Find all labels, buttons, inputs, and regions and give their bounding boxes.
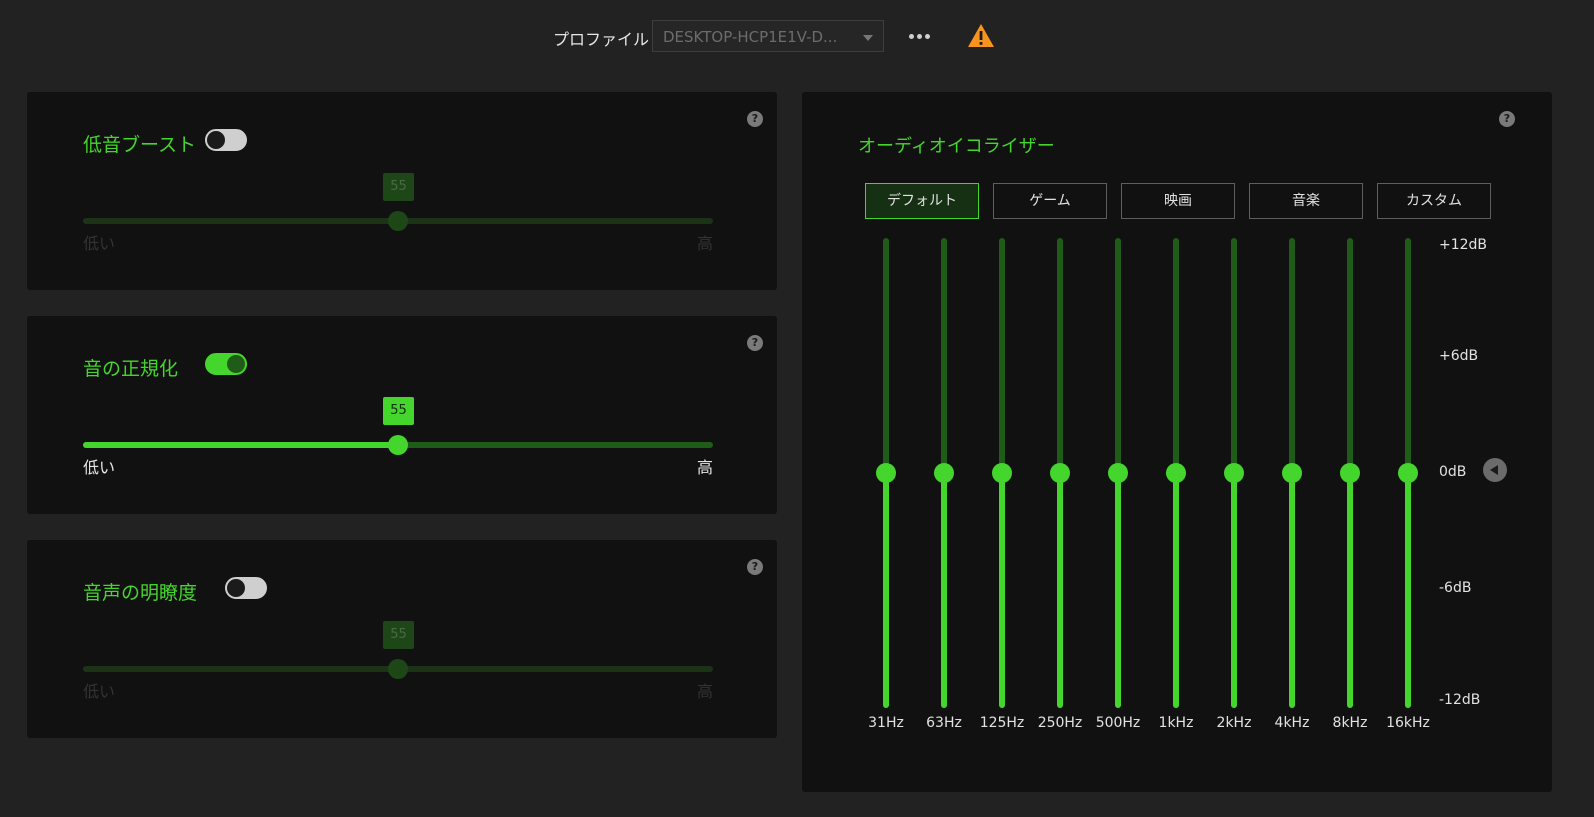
slider-thumb[interactable] <box>388 435 408 455</box>
eq-band-label: 31Hz <box>868 715 904 731</box>
eq-band-fill <box>941 473 947 708</box>
slider-value-badge: 55 <box>383 621 414 649</box>
help-icon[interactable]: ? <box>747 335 763 351</box>
slider-fill <box>83 218 398 224</box>
eq-band-label: 250Hz <box>1037 715 1083 731</box>
slider-thumb[interactable] <box>388 211 408 231</box>
equalizer-title: オーディオイコライザー <box>858 136 1055 157</box>
eq-band-thumb[interactable] <box>1398 463 1418 483</box>
eq-band-label: 8kHz <box>1332 715 1368 731</box>
db-label-minus12: -12dB <box>1439 692 1481 708</box>
eq-band-fill <box>1057 473 1063 708</box>
top-bar: プロファイル DESKTOP-HCP1E1V-D... <box>0 0 1594 74</box>
preset-button-game[interactable]: ゲーム <box>993 183 1107 219</box>
more-dot-icon <box>917 34 922 39</box>
eq-band-fill <box>1347 473 1353 708</box>
eq-band-thumb[interactable] <box>992 463 1012 483</box>
toggle-knob <box>227 355 245 373</box>
eq-band-thumb[interactable] <box>934 463 954 483</box>
eq-band-slider[interactable] <box>1398 238 1418 708</box>
sound-normalization-toggle[interactable] <box>205 353 247 375</box>
eq-band-slider[interactable] <box>934 238 954 708</box>
eq-band-fill <box>1173 473 1179 708</box>
eq-band-label: 63Hz <box>926 715 962 731</box>
eq-band-slider[interactable] <box>876 238 896 708</box>
bass-boost-title: 低音ブースト <box>83 134 197 156</box>
help-icon[interactable]: ? <box>1499 111 1515 127</box>
eq-band-slider[interactable] <box>1224 238 1244 708</box>
eq-band-thumb[interactable] <box>1166 463 1186 483</box>
slider-low-label: 低い <box>83 682 116 701</box>
slider-fill <box>83 442 398 448</box>
sound-normalization-title: 音の正規化 <box>83 358 179 380</box>
slider-low-label: 低い <box>83 234 116 253</box>
db-label-zero: 0dB <box>1439 464 1467 480</box>
preset-button-music[interactable]: 音楽 <box>1249 183 1363 219</box>
eq-band-slider[interactable] <box>992 238 1012 708</box>
slider-high-label: 高 <box>696 234 713 253</box>
slider-value-badge: 55 <box>383 173 414 201</box>
eq-band-slider[interactable] <box>1166 238 1186 708</box>
slider-thumb[interactable] <box>388 659 408 679</box>
eq-band-slider[interactable] <box>1108 238 1128 708</box>
profile-dropdown[interactable]: DESKTOP-HCP1E1V-D... <box>652 20 884 52</box>
db-label-plus12: +12dB <box>1439 237 1488 253</box>
slider-fill <box>83 666 398 672</box>
profile-label: プロファイル <box>553 30 650 49</box>
eq-band-slider[interactable] <box>1282 238 1302 708</box>
db-label-plus6: +6dB <box>1439 348 1479 364</box>
profile-dropdown-value: DESKTOP-HCP1E1V-D... <box>663 28 838 46</box>
warning-icon[interactable] <box>967 23 995 48</box>
slider-high-label: 高 <box>696 682 713 701</box>
db-label-minus6: -6dB <box>1439 580 1472 596</box>
voice-clarity-title: 音声の明瞭度 <box>83 582 198 604</box>
slider-high-label: 高 <box>696 458 713 477</box>
eq-band-fill <box>1115 473 1121 708</box>
eq-band-slider[interactable] <box>1050 238 1070 708</box>
preset-button-default[interactable]: デフォルト <box>865 183 979 219</box>
more-options-button[interactable] <box>906 24 932 48</box>
bass-boost-card: ? 低音ブースト 55 低い 高 <box>27 92 777 290</box>
voice-clarity-toggle[interactable] <box>225 577 267 599</box>
toggle-knob <box>207 131 225 149</box>
reset-zero-icon[interactable] <box>1483 458 1507 482</box>
eq-band-fill <box>1289 473 1295 708</box>
eq-band-fill <box>1405 473 1411 708</box>
eq-band-thumb[interactable] <box>1224 463 1244 483</box>
eq-band-fill <box>999 473 1005 708</box>
eq-band-label: 500Hz <box>1095 715 1141 731</box>
eq-band-label: 125Hz <box>979 715 1025 731</box>
help-icon[interactable]: ? <box>747 111 763 127</box>
preset-button-custom[interactable]: カスタム <box>1377 183 1491 219</box>
slider-low-label: 低い <box>83 458 116 477</box>
eq-band-thumb[interactable] <box>1108 463 1128 483</box>
equalizer-card: ? オーディオイコライザー デフォルト ゲーム 映画 音楽 カスタム 31Hz 6… <box>802 92 1552 792</box>
eq-band-slider[interactable] <box>1340 238 1360 708</box>
help-icon[interactable]: ? <box>747 559 763 575</box>
eq-band-fill <box>1231 473 1237 708</box>
eq-band-label: 4kHz <box>1274 715 1310 731</box>
chevron-down-icon <box>863 35 873 41</box>
more-dot-icon <box>909 34 914 39</box>
voice-clarity-card: ? 音声の明瞭度 55 低い 高 <box>27 540 777 738</box>
eq-band-thumb[interactable] <box>1340 463 1360 483</box>
eq-band-thumb[interactable] <box>1282 463 1302 483</box>
eq-band-label: 1kHz <box>1158 715 1194 731</box>
bass-boost-toggle[interactable] <box>205 129 247 151</box>
eq-band-fill <box>883 473 889 708</box>
eq-band-thumb[interactable] <box>876 463 896 483</box>
more-dot-icon <box>925 34 930 39</box>
slider-value-badge: 55 <box>383 397 414 425</box>
eq-band-label: 16kHz <box>1386 715 1430 731</box>
preset-button-movie[interactable]: 映画 <box>1121 183 1235 219</box>
eq-band-label: 2kHz <box>1216 715 1252 731</box>
toggle-knob <box>227 579 245 597</box>
sound-normalization-card: ? 音の正規化 55 低い 高 <box>27 316 777 514</box>
eq-band-thumb[interactable] <box>1050 463 1070 483</box>
